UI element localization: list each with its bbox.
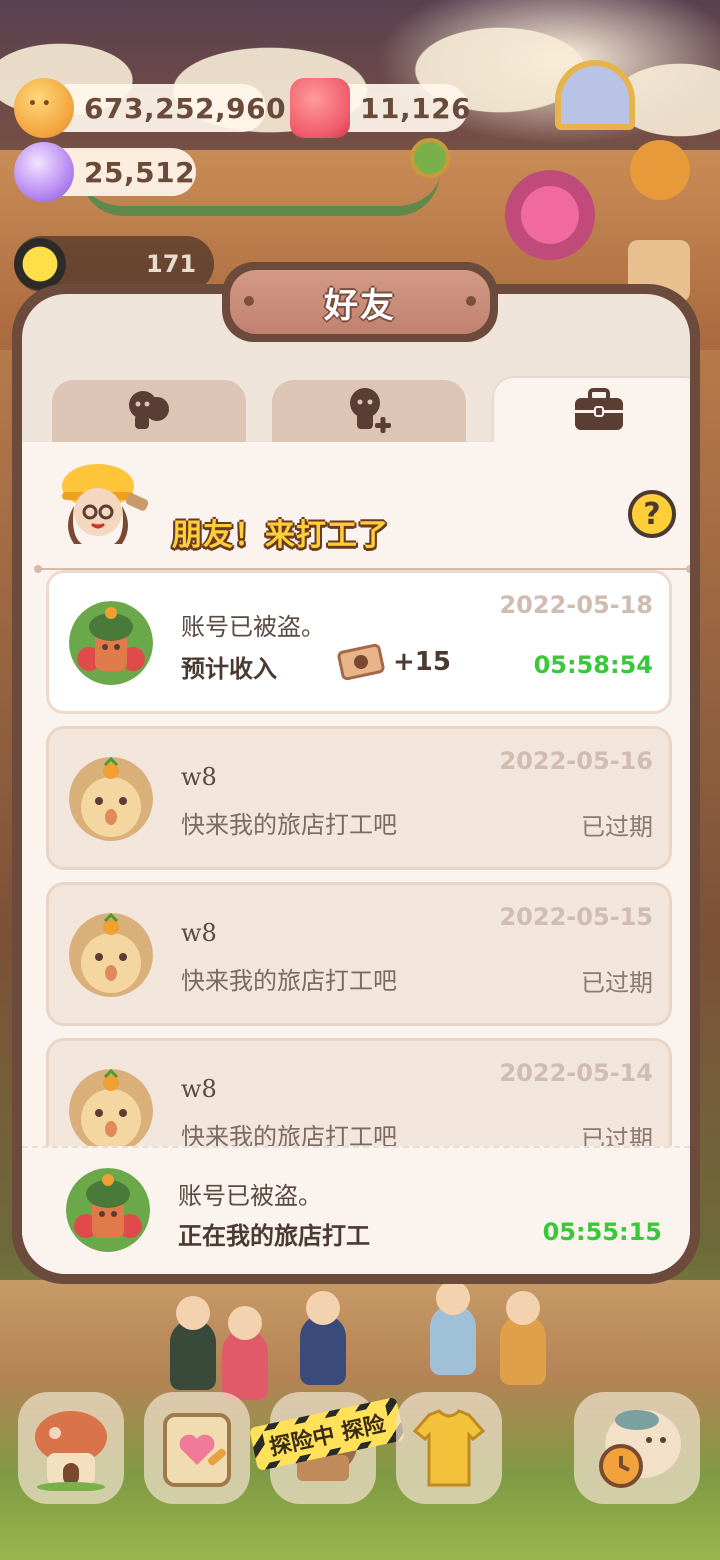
request-message: 快来我的旅店打工吧 <box>181 811 397 839</box>
friends-icon <box>121 385 177 437</box>
friend-name: w8 <box>181 919 217 947</box>
expired-status: 已过期 <box>581 969 653 997</box>
help-icon: ? <box>643 496 661 532</box>
clothes-icon <box>412 1409 486 1487</box>
countdown-timer: 05:58:54 <box>533 651 653 679</box>
coin-counter[interactable]: 673,252,960 <box>14 78 286 138</box>
gear-deco-icon <box>630 140 690 200</box>
friend-avatar[interactable] <box>69 757 153 841</box>
request-date: 2022-05-15 <box>499 903 653 931</box>
add-friend-icon <box>341 385 397 437</box>
npc-flower-head <box>505 170 595 260</box>
briefcase-icon <box>571 384 627 436</box>
tab-friends[interactable] <box>52 380 246 442</box>
candle-counter[interactable]: 11,126 <box>290 78 471 138</box>
work-banner: 朋友！来打工了 ? <box>32 456 690 573</box>
request-message: 预计收入 <box>181 655 277 683</box>
request-message: 快来我的旅店打工吧 <box>181 967 397 995</box>
help-button[interactable]: ? <box>628 490 676 538</box>
gem-icon <box>14 142 74 202</box>
friend-avatar[interactable] <box>69 601 153 685</box>
plate-rivet <box>466 296 476 306</box>
dialog-title: 好友 <box>324 285 396 326</box>
work-request-card[interactable]: w8 快来我的旅店打工吧 2022-05-15 已过期 <box>46 882 672 1026</box>
reward-value: +15 <box>393 647 451 677</box>
house-window <box>555 60 635 130</box>
friend-name: w8 <box>181 1075 217 1103</box>
tab-work[interactable] <box>492 376 690 442</box>
work-banner-title: 朋友！来打工了 <box>172 518 389 553</box>
coin-icon <box>14 78 74 138</box>
friend-name: w8 <box>181 763 217 791</box>
npc-character[interactable] <box>500 1291 546 1385</box>
dialog-body: 朋友！来打工了 ? 账号已被盗。 预计收入 +15 2022-05-18 05:… <box>22 294 690 1274</box>
candle-icon <box>290 78 350 138</box>
friend-avatar[interactable] <box>69 913 153 997</box>
lime-ornament <box>410 138 450 178</box>
house-icon <box>35 1411 107 1491</box>
nav-clothes-button[interactable] <box>396 1392 502 1504</box>
nav-fish-clock-button[interactable] <box>574 1392 700 1504</box>
worker-status-message: 正在我的旅店打工 <box>178 1222 370 1250</box>
nav-house-button[interactable] <box>18 1392 124 1504</box>
reward: +15 <box>336 642 451 682</box>
request-date: 2022-05-18 <box>499 591 653 619</box>
friend-avatar[interactable] <box>69 1069 153 1153</box>
plate-rivet <box>244 296 254 306</box>
npc-character[interactable] <box>300 1291 346 1385</box>
work-panel: 朋友！来打工了 ? 账号已被盗。 预计收入 +15 2022-05-18 05:… <box>22 442 690 1274</box>
current-worker-footer: 账号已被盗。 正在我的旅店打工 05:55:15 <box>22 1146 690 1274</box>
npc-character[interactable] <box>170 1296 216 1390</box>
npc-character[interactable] <box>222 1306 268 1400</box>
work-timer: 05:55:15 <box>542 1218 662 1246</box>
ticket-icon <box>336 642 386 682</box>
dialog-title-plate: 好友 <box>222 262 498 342</box>
nav-diary-button[interactable] <box>144 1392 250 1504</box>
request-date: 2022-05-16 <box>499 747 653 775</box>
tab-add-friend[interactable] <box>272 380 466 442</box>
tab-bar <box>52 376 690 442</box>
friend-avatar[interactable] <box>66 1168 150 1252</box>
gem-counter[interactable]: 25,512 <box>14 142 196 202</box>
friends-dialog: 朋友！来打工了 ? 账号已被盗。 预计收入 +15 2022-05-18 05:… <box>12 284 700 1284</box>
fish-clock-icon <box>599 1410 681 1488</box>
request-date: 2022-05-14 <box>499 1059 653 1087</box>
work-request-card[interactable]: 账号已被盗。 预计收入 +15 2022-05-18 05:58:54 <box>46 570 672 714</box>
friend-name: 账号已被盗。 <box>181 613 325 641</box>
worker-name: 账号已被盗。 <box>178 1182 322 1210</box>
worker-mascot-icon <box>52 456 152 552</box>
work-request-card[interactable]: w8 快来我的旅店打工吧 2022-05-16 已过期 <box>46 726 672 870</box>
work-request-list[interactable]: 账号已被盗。 预计收入 +15 2022-05-18 05:58:54 w8 快… <box>46 570 672 1166</box>
diary-icon <box>163 1413 231 1487</box>
npc-character[interactable] <box>430 1281 476 1375</box>
expired-status: 已过期 <box>581 813 653 841</box>
